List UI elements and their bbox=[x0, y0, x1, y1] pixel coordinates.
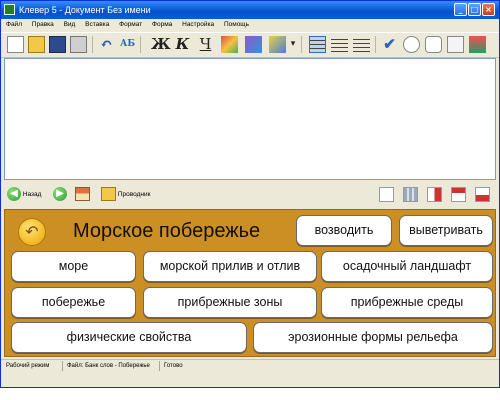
window-title: Клевер 5 - Документ Без имени bbox=[19, 5, 151, 15]
status-separator bbox=[62, 361, 63, 371]
menu-view[interactable]: Вид bbox=[64, 21, 76, 28]
toolbar-separator bbox=[140, 36, 141, 53]
word-button-landshaft[interactable]: осадочный ландшафт bbox=[321, 251, 493, 282]
word-button-poberezhye[interactable]: побережье bbox=[11, 287, 136, 318]
menu-bar: Файл Правка Вид Вставка Формат Форма Нас… bbox=[1, 19, 499, 31]
app-window: Клевер 5 - Документ Без имени _ □ × Файл… bbox=[0, 0, 500, 388]
bold-icon[interactable]: Ж bbox=[151, 36, 171, 53]
print-icon[interactable] bbox=[70, 36, 87, 53]
home-icon bbox=[75, 187, 90, 202]
word-button-vyvetrivat[interactable]: выветривать bbox=[399, 215, 493, 246]
abc-icon[interactable] bbox=[379, 187, 394, 202]
forward-arrow-icon: ▶ bbox=[53, 187, 67, 202]
export-icon[interactable] bbox=[469, 36, 486, 53]
status-bar: Рабочий режим Файл: Банк слов - Побережь… bbox=[1, 359, 499, 372]
word-button-priliv[interactable]: морской прилив и отлив bbox=[143, 251, 317, 282]
align-right-icon[interactable] bbox=[353, 36, 370, 53]
word-button-vozvodit[interactable]: возводить bbox=[296, 215, 392, 246]
panel-left-icon[interactable] bbox=[427, 187, 442, 202]
word-button-more[interactable]: море bbox=[11, 251, 136, 282]
menu-form[interactable]: Форма bbox=[152, 21, 172, 28]
toolbar: ↶ АБ Ж К Ч ▾ ✔ bbox=[1, 32, 499, 58]
status-mode: Рабочий режим bbox=[6, 363, 50, 369]
explorer-folder-icon bbox=[101, 187, 116, 202]
document-area[interactable] bbox=[4, 58, 496, 180]
panel-top-icon[interactable] bbox=[451, 187, 466, 202]
minimize-button[interactable]: _ bbox=[454, 3, 467, 16]
explorer-button[interactable]: Проводник bbox=[101, 187, 150, 203]
check-icon[interactable]: ✔ bbox=[381, 36, 398, 53]
home-button[interactable] bbox=[75, 187, 90, 203]
word-bank-panel: ↶ Морское побережье возводить выветриват… bbox=[4, 209, 496, 357]
explorer-label: Проводник bbox=[117, 191, 151, 198]
word-button-svoystva[interactable]: физические свойства bbox=[11, 322, 247, 353]
dropdown-arrow-icon[interactable]: ▾ bbox=[289, 36, 297, 53]
menu-settings[interactable]: Настройка bbox=[182, 21, 214, 28]
grid-icon[interactable] bbox=[403, 187, 418, 202]
forward-nav-button[interactable]: ▶ bbox=[53, 187, 67, 203]
toolbar-separator bbox=[375, 36, 376, 53]
frame-icon[interactable] bbox=[447, 36, 464, 53]
style-icon[interactable] bbox=[269, 36, 286, 53]
menu-edit[interactable]: Правка bbox=[32, 21, 54, 28]
text-color-icon[interactable] bbox=[221, 36, 238, 53]
save-icon[interactable] bbox=[49, 36, 66, 53]
toolbar-separator bbox=[301, 36, 302, 53]
word-button-sredy[interactable]: прибрежные среды bbox=[321, 287, 493, 318]
undo-icon[interactable]: ↶ bbox=[98, 36, 115, 53]
toolbar-separator bbox=[92, 36, 93, 53]
menu-help[interactable]: Помощь bbox=[224, 21, 249, 28]
word-button-relief[interactable]: эрозионные формы рельефа bbox=[253, 322, 493, 353]
navigation-bar: ◀ Назад ▶ Проводник bbox=[1, 183, 499, 207]
underline-icon[interactable]: Ч bbox=[197, 36, 214, 53]
close-button[interactable]: × bbox=[482, 3, 495, 16]
open-folder-icon[interactable] bbox=[28, 36, 45, 53]
image-icon[interactable] bbox=[245, 36, 262, 53]
title-bar: Клевер 5 - Документ Без имени _ □ × bbox=[1, 1, 499, 19]
speech-bubble-icon[interactable] bbox=[403, 36, 420, 53]
comment-icon[interactable] bbox=[425, 36, 442, 53]
maximize-button[interactable]: □ bbox=[468, 3, 481, 16]
menu-file[interactable]: Файл bbox=[6, 21, 22, 28]
align-left-icon[interactable] bbox=[309, 36, 326, 53]
back-nav-label: Назад bbox=[22, 191, 42, 198]
back-nav-button[interactable]: ◀ Назад bbox=[7, 187, 41, 203]
menu-format[interactable]: Формат bbox=[119, 21, 142, 28]
align-center-icon[interactable] bbox=[331, 36, 348, 53]
spellcheck-icon[interactable]: АБ bbox=[119, 36, 136, 53]
menu-insert[interactable]: Вставка bbox=[85, 21, 109, 28]
return-arrow-icon[interactable]: ↶ bbox=[18, 218, 46, 246]
app-icon bbox=[4, 4, 15, 15]
panel-heading: Морское побережье bbox=[73, 220, 261, 242]
status-separator bbox=[159, 361, 160, 371]
word-button-zony[interactable]: прибрежные зоны bbox=[143, 287, 317, 318]
new-document-icon[interactable] bbox=[7, 36, 24, 53]
status-file: Файл: Банк слов - Побережье bbox=[67, 363, 150, 369]
italic-icon[interactable]: К bbox=[174, 36, 191, 53]
back-arrow-icon: ◀ bbox=[7, 187, 21, 202]
panel-bottom-icon[interactable] bbox=[475, 187, 490, 202]
status-state: Готово bbox=[164, 363, 183, 369]
